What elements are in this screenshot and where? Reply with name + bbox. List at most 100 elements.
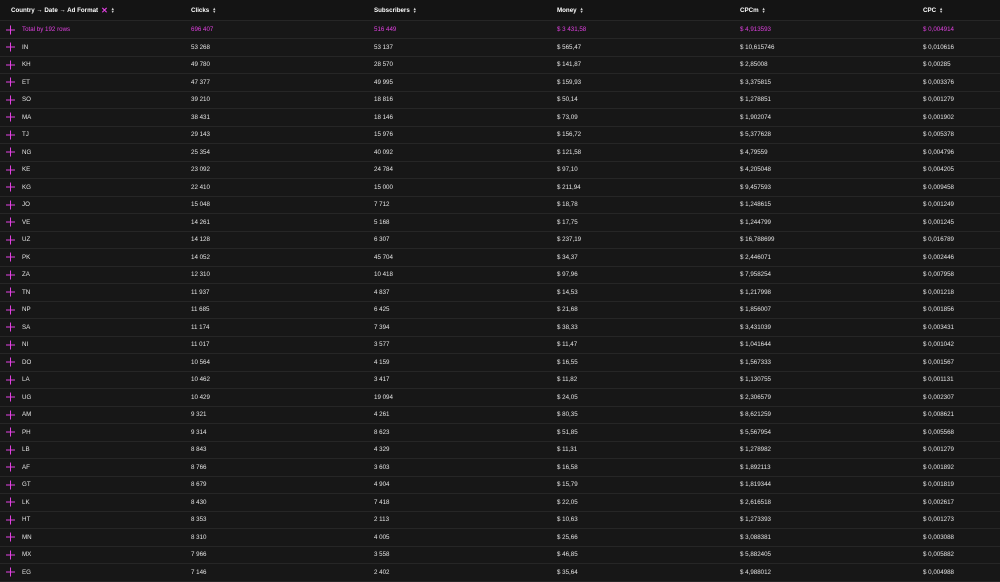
plus-icon[interactable] xyxy=(6,532,15,542)
country-cell: AM xyxy=(22,411,32,419)
plus-icon[interactable] xyxy=(6,25,15,34)
plus-icon[interactable] xyxy=(6,95,15,105)
plus-icon[interactable] xyxy=(6,515,15,525)
table-row[interactable]: UG 10 429 19 094 $ 24,05 $ 2,306579 $ 0,00230… xyxy=(0,389,1000,407)
table-row[interactable]: VE 14 261 5 168 $ 17,75 $ 1,244799 $ 0,001245 xyxy=(0,214,1000,232)
table-row[interactable]: MA 38 431 18 146 $ 73,09 $ 1,902074 $ 0,00190… xyxy=(0,109,1000,127)
table-row[interactable]: NI 11 017 3 577 $ 11,47 $ 1,041644 $ 0,001042 xyxy=(0,337,1000,354)
table-row[interactable]: AM 9 321 4 261 $ 80,35 $ 8,621259 $ 0,008621 xyxy=(0,407,1000,424)
plus-icon[interactable] xyxy=(6,322,15,332)
money-cell: $ 18,78 xyxy=(557,201,578,209)
cpcm-cell: $ 2,446071 xyxy=(740,253,771,261)
table-row[interactable]: GT 8 679 4 904 $ 15,79 $ 1,819344 $ 0,001819 xyxy=(0,477,1000,494)
table-row[interactable]: UZ 14 128 6 307 $ 237,19 $ 16,788699 $ 0,0167… xyxy=(0,232,1000,249)
cpc-cell: $ 0,003376 xyxy=(923,78,954,86)
table-row[interactable]: MX 7 966 3 558 $ 46,85 $ 5,882405 $ 0,005882 xyxy=(0,547,1000,564)
plus-icon[interactable] xyxy=(6,252,15,262)
plus-icon[interactable] xyxy=(6,462,15,472)
subscribers-cell: 18 816 xyxy=(374,96,393,104)
plus-icon[interactable] xyxy=(6,305,15,315)
plus-icon[interactable] xyxy=(6,567,15,577)
country-cell: JO xyxy=(22,201,30,209)
money-cell: $ 211,94 xyxy=(557,183,581,191)
plus-icon[interactable] xyxy=(6,130,15,140)
plus-icon[interactable] xyxy=(6,60,15,70)
plus-icon[interactable] xyxy=(6,340,15,350)
plus-icon[interactable] xyxy=(6,480,15,490)
plus-icon[interactable] xyxy=(6,497,15,507)
table-row[interactable]: LB 8 843 4 329 $ 11,31 $ 1,278982 $ 0,001279 xyxy=(0,442,1000,459)
table-row[interactable]: SA 11 174 7 394 $ 38,33 $ 3,431039 $ 0,003431 xyxy=(0,319,1000,337)
table-row[interactable]: MN 8 310 4 005 $ 25,66 $ 3,088381 $ 0,003088 xyxy=(0,529,1000,547)
country-cell: SO xyxy=(22,96,31,104)
table-row[interactable]: HT 8 353 2 113 $ 10,63 $ 1,273393 $ 0,001273 xyxy=(0,512,1000,529)
table-row[interactable]: PH 9 314 8 623 $ 51,85 $ 5,567954 $ 0,005568 xyxy=(0,424,1000,442)
table-row[interactable]: KH 49 780 28 570 $ 141,87 $ 2,85008 $ 0,00285 xyxy=(0,57,1000,74)
table-row[interactable]: DO 10 564 4 159 $ 16,55 $ 1,567333 $ 0,001567 xyxy=(0,354,1000,372)
table-row[interactable]: NG 25 354 40 092 $ 121,58 $ 4,79559 $ 0,00479… xyxy=(0,144,1000,162)
sort-arrows-icon[interactable]: ▲ ▼ xyxy=(413,6,417,14)
plus-icon[interactable] xyxy=(6,357,15,367)
close-icon[interactable]: ✕ xyxy=(101,6,108,15)
subscribers-column-header[interactable]: Subscribers ▲ ▼ xyxy=(374,0,417,20)
money-column-header[interactable]: Money ▲ ▼ xyxy=(557,0,584,20)
clicks-column-header[interactable]: Clicks ▲ ▼ xyxy=(191,0,216,20)
cpc-cell: $ 0,001902 xyxy=(923,113,954,121)
table-row[interactable]: LA 10 462 3 417 $ 11,82 $ 1,130755 $ 0,001131 xyxy=(0,372,1000,389)
subscribers-cell: 45 704 xyxy=(374,253,393,261)
table-row[interactable]: SO 39 210 18 816 $ 50,14 $ 1,278851 $ 0,00127… xyxy=(0,92,1000,109)
plus-icon[interactable] xyxy=(6,550,15,560)
plus-icon[interactable] xyxy=(6,77,15,87)
sort-arrows-icon[interactable]: ▲ ▼ xyxy=(212,6,216,14)
country-cell: DO xyxy=(22,358,32,366)
plus-icon[interactable] xyxy=(6,392,15,402)
plus-icon[interactable] xyxy=(6,287,15,297)
table-row[interactable]: AF 8 766 3 603 $ 16,58 $ 1,892113 $ 0,001892 xyxy=(0,459,1000,477)
cpcm-cell: $ 1,217998 xyxy=(740,288,771,296)
plus-icon[interactable] xyxy=(6,217,15,227)
plus-icon[interactable] xyxy=(6,445,15,455)
sort-arrows-icon[interactable]: ▲ ▼ xyxy=(580,6,584,14)
plus-icon[interactable] xyxy=(6,42,15,52)
table-row[interactable]: KG 22 410 15 000 $ 211,94 $ 9,457593 $ 0,0094… xyxy=(0,179,1000,197)
country-cell: PH xyxy=(22,428,31,436)
plus-icon[interactable] xyxy=(6,147,15,157)
plus-icon[interactable] xyxy=(6,375,15,385)
plus-icon[interactable] xyxy=(6,410,15,420)
cpc-cell: $ 0,001218 xyxy=(923,288,954,296)
table-row[interactable]: TN 11 937 4 837 $ 14,53 $ 1,217998 $ 0,001218 xyxy=(0,284,1000,302)
clicks-cell: 9 321 xyxy=(191,411,207,419)
table-row[interactable]: KE 23 092 24 784 $ 97,10 $ 4,205048 $ 0,00420… xyxy=(0,162,1000,179)
cpc-column-header[interactable]: CPC ▲ ▼ xyxy=(923,0,943,20)
subscribers-cell: 5 168 xyxy=(374,218,390,226)
sort-arrows-icon[interactable]: ▲ ▼ xyxy=(111,6,115,14)
table-row[interactable]: NP 11 685 6 425 $ 21,68 $ 1,856007 $ 0,001856 xyxy=(0,302,1000,319)
table-row[interactable]: PK 14 052 45 704 $ 34,37 $ 2,446071 $ 0,00244… xyxy=(0,249,1000,267)
subscribers-cell: 18 146 xyxy=(374,113,393,121)
sort-arrows-icon[interactable]: ▲ ▼ xyxy=(939,6,943,14)
cpcm-cell: $ 1,273393 xyxy=(740,516,771,524)
group-column-header[interactable]: Country → Date → Ad Format ✕ ▲ ▼ xyxy=(11,0,115,20)
table-row[interactable]: ET 47 377 49 995 $ 159,93 $ 3,375815 $ 0,0033… xyxy=(0,74,1000,92)
plus-icon[interactable] xyxy=(6,200,15,210)
table-row[interactable]: TJ 29 143 15 976 $ 156,72 $ 5,377628 $ 0,0053… xyxy=(0,127,1000,144)
cpcm-cell: $ 8,621259 xyxy=(740,411,771,419)
cpc-cell: $ 0,004796 xyxy=(923,148,954,156)
money-cell: $ 11,82 xyxy=(557,376,578,384)
plus-icon[interactable] xyxy=(6,427,15,437)
country-cell: TJ xyxy=(22,131,29,139)
table-row[interactable]: EG 7 146 2 402 $ 35,64 $ 4,988012 $ 0,004988 xyxy=(0,564,1000,582)
subscribers-cell: 4 329 xyxy=(374,446,390,454)
table-row[interactable]: IN 53 268 53 137 $ 565,47 $ 10,615746 $ 0,010… xyxy=(0,39,1000,57)
plus-icon[interactable] xyxy=(6,112,15,122)
plus-icon[interactable] xyxy=(6,235,15,245)
plus-icon[interactable] xyxy=(6,270,15,280)
table-header: Country → Date → Ad Format ✕ ▲ ▼ Clicks ▲… xyxy=(0,0,1000,21)
sort-arrows-icon[interactable]: ▲ ▼ xyxy=(762,6,766,14)
table-row[interactable]: JO 15 048 7 712 $ 18,78 $ 1,248615 $ 0,001249 xyxy=(0,197,1000,214)
plus-icon[interactable] xyxy=(6,182,15,192)
cpcm-column-header[interactable]: CPCm ▲ ▼ xyxy=(740,0,766,20)
plus-icon[interactable] xyxy=(6,165,15,175)
table-row[interactable]: LK 8 430 7 418 $ 22,05 $ 2,616518 $ 0,002617 xyxy=(0,494,1000,512)
table-row[interactable]: ZA 12 310 10 418 $ 97,96 $ 7,958254 $ 0,00795… xyxy=(0,267,1000,284)
